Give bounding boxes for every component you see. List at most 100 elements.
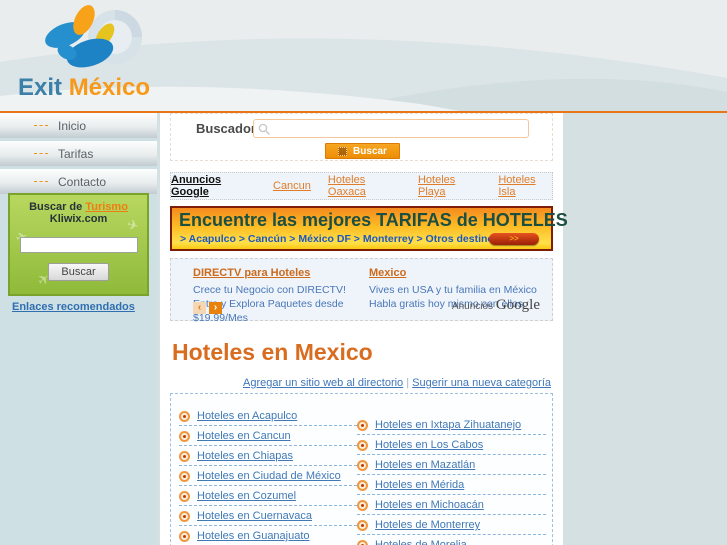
sidebar-item-tarifas[interactable]: Tarifas — [0, 141, 157, 166]
hotel-link[interactable]: Hoteles en Acapulco — [197, 410, 297, 422]
menu-dash-icon — [34, 125, 48, 126]
hotel-directory-list: Hoteles en Acapulco Hoteles en Cancun Ho… — [170, 393, 553, 545]
buscador-label: Buscador — [196, 121, 256, 136]
sidebar-item-contacto[interactable]: Contacto — [0, 169, 157, 194]
bullet-icon — [357, 539, 368, 545]
directory-actions: Agregar un sitio web al directorio | Sug… — [243, 377, 551, 389]
menu-dash-icon — [34, 181, 48, 182]
header: Exit México — [0, 0, 727, 111]
directory-column-left: Hoteles en Acapulco Hoteles en Cancun Ho… — [179, 410, 357, 545]
list-item: Hoteles en Cozumel — [179, 490, 357, 502]
banner-destinations: > Acapulco > Cancún > México DF > Monter… — [180, 233, 500, 245]
anuncios-google-attribution: Anuncios Google — [452, 297, 540, 314]
adlink-hoteles-playa[interactable]: Hoteles Playa — [418, 174, 481, 198]
sidebar-item-inicio[interactable]: Inicio — [0, 113, 157, 138]
search-icon — [258, 123, 270, 135]
adlink-hoteles-oaxaca[interactable]: Hoteles Oaxaca — [328, 174, 401, 198]
hotel-link[interactable]: Hoteles en Chiapas — [197, 450, 293, 462]
adlink-hoteles-isla[interactable]: Hoteles Isla — [498, 174, 552, 198]
search-input[interactable] — [274, 121, 526, 136]
hotel-link[interactable]: Hoteles en Mazatlán — [375, 459, 475, 471]
search-buscar-button[interactable]: Buscar — [325, 143, 400, 159]
main-content: Buscador Buscar Anuncios Google Cancun H… — [160, 113, 568, 545]
google-wordmark: Google — [495, 297, 540, 313]
list-item: Hoteles en Mazatlán — [357, 459, 546, 471]
button-grid-icon — [338, 146, 348, 156]
bullet-icon — [357, 419, 368, 431]
search-input-wrap — [253, 119, 529, 138]
bullet-icon — [357, 519, 368, 531]
exit-mexico-flower-logo-icon — [45, 5, 142, 68]
banner-title: Encuentre las mejores TARIFAS de HOTELES — [179, 210, 568, 230]
buscador-box: Buscador Buscar — [170, 113, 553, 161]
dashed-separator — [357, 494, 546, 495]
hotel-link[interactable]: Hoteles en Cancun — [197, 430, 291, 442]
ad-item-directv: DIRECTV para Hoteles Crece tu Negocio co… — [193, 266, 361, 325]
bullet-icon — [179, 510, 190, 522]
ad-title-link[interactable]: DIRECTV para Hoteles — [193, 267, 310, 279]
sugerir-categoria-link[interactable]: Sugerir una nueva categoría — [412, 377, 551, 389]
list-item: Hoteles de Monterrey — [357, 519, 546, 531]
kliwix-widget-title: Buscar de Turismo — [10, 201, 147, 213]
list-item: Hoteles en Michoacán — [357, 499, 546, 511]
bullet-icon — [179, 530, 190, 542]
ads-next-arrow-icon[interactable]: › — [209, 302, 222, 314]
hotel-link[interactable]: Hoteles en Cuernavaca — [197, 510, 312, 522]
directory-column-right: Hoteles en Ixtapa Zihuatanejo Hoteles en… — [357, 419, 546, 545]
sidebar-item-label: Tarifas — [58, 146, 94, 161]
tarifas-hoteles-banner[interactable]: Encuentre las mejores TARIFAS de HOTELES… — [170, 206, 568, 251]
hotel-link[interactable]: Hoteles en Cozumel — [197, 490, 296, 502]
page: Exit México Inicio Tarifas Contacto ✈ ✈ … — [0, 0, 727, 545]
list-item: Hoteles en Guanajuato — [179, 530, 357, 542]
bullet-icon — [357, 439, 368, 451]
enlaces-recomendados-link[interactable]: Enlaces recomendados — [12, 301, 135, 313]
ads-prev-arrow-icon[interactable]: ‹ — [193, 302, 206, 314]
dashed-separator — [179, 505, 357, 506]
list-item: Hoteles en Mérida — [357, 479, 546, 491]
bullet-icon — [179, 490, 190, 502]
kliwix-turismo-link[interactable]: Turismo — [85, 201, 128, 213]
hotel-link[interactable]: Hoteles en Michoacán — [375, 499, 484, 511]
hotel-link[interactable]: Hoteles en Guanajuato — [197, 530, 310, 542]
page-title: Hoteles en Mexico — [172, 339, 373, 365]
kliwix-title-prefix: Buscar de — [29, 201, 83, 213]
hotel-link[interactable]: Hoteles de Monterrey — [375, 519, 480, 531]
agregar-sitio-link[interactable]: Agregar un sitio web al directorio — [243, 377, 403, 389]
kliwix-search-input[interactable] — [19, 237, 138, 253]
hotel-link[interactable]: Hoteles en Los Cabos — [375, 439, 483, 451]
dashed-separator — [357, 454, 546, 455]
bullet-icon — [357, 499, 368, 511]
hotel-link[interactable]: Hoteles en Ixtapa Zihuatanejo — [375, 419, 521, 431]
list-item: Hoteles en Ixtapa Zihuatanejo — [357, 419, 546, 431]
site-title: Exit México — [18, 74, 150, 102]
banner-arrow-button[interactable]: >> — [489, 233, 539, 245]
search-button-label: Buscar — [353, 145, 387, 157]
bullet-icon — [357, 459, 368, 471]
dashed-separator — [179, 425, 357, 426]
list-item: Hoteles en Acapulco — [179, 410, 357, 422]
dashed-separator — [357, 434, 546, 435]
list-item: Hoteles en Los Cabos — [357, 439, 546, 451]
list-item: Hoteles en Chiapas — [179, 450, 357, 462]
list-item: Hoteles en Cuernavaca — [179, 510, 357, 522]
dashed-separator — [179, 445, 357, 446]
menu-dash-icon — [34, 153, 48, 154]
site-title-mexico: México — [68, 74, 151, 101]
sidebar-item-label: Inicio — [58, 118, 87, 133]
adlink-cancun[interactable]: Cancun — [273, 180, 311, 192]
sidebar-item-label: Contacto — [58, 174, 107, 189]
hotel-link[interactable]: Hoteles de Morelia — [375, 539, 467, 545]
sidebar: Inicio Tarifas Contacto ✈ ✈ ✈ Buscar de … — [0, 113, 157, 545]
bullet-icon — [179, 470, 190, 482]
ad-title-link[interactable]: Mexico — [369, 267, 406, 279]
hotel-link[interactable]: Hoteles en Ciudad de México — [197, 470, 341, 482]
bullet-icon — [179, 410, 190, 422]
hotel-link[interactable]: Hoteles en Mérida — [375, 479, 464, 491]
attribution-prefix: Anuncios — [451, 301, 494, 312]
kliwix-buscar-button[interactable]: Buscar — [48, 262, 109, 281]
dashed-separator — [357, 514, 546, 515]
dashed-separator — [357, 474, 546, 475]
bullet-icon — [179, 450, 190, 462]
dashed-separator — [179, 465, 357, 466]
kliwix-site-name: Kliwix.com — [49, 213, 108, 225]
